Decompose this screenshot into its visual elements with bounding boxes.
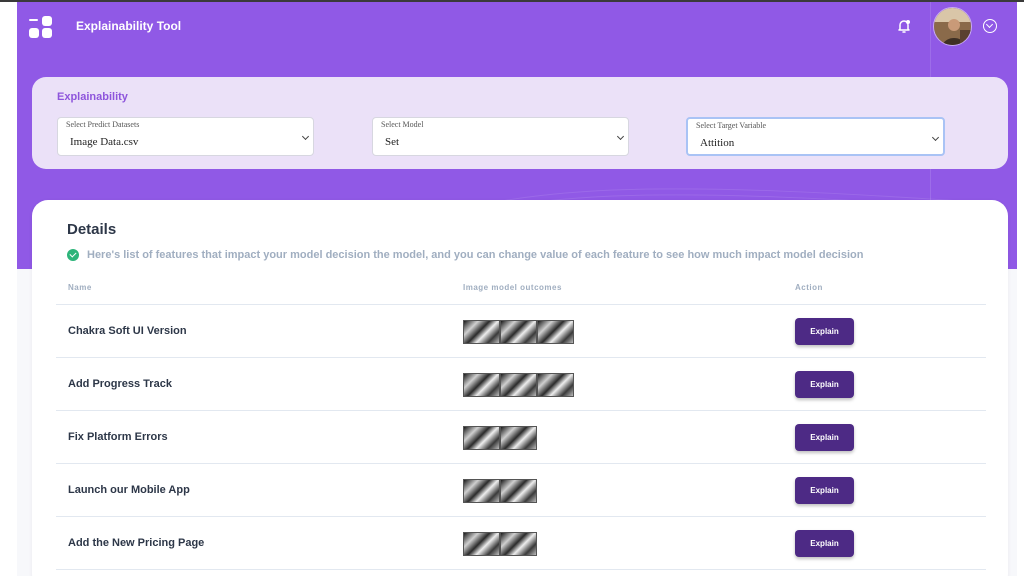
filter-card-title: Explainability [57,91,128,103]
row-name: Chakra Soft UI Version [68,325,187,337]
column-header-name: Name [68,283,92,292]
outcome-image[interactable] [500,320,537,344]
app-logo-icon[interactable] [29,16,53,38]
outcome-image[interactable] [463,532,500,556]
avatar[interactable] [933,7,972,46]
outcome-image[interactable] [500,479,537,503]
outcome-image[interactable] [463,426,500,450]
row-name: Launch our Mobile App [68,484,190,496]
dataset-select-value: Image Data.csv [70,136,139,148]
explain-button[interactable]: Explain [795,530,854,557]
target-variable-select[interactable]: Select Target Variable Attition [686,117,945,156]
outcome-image[interactable] [537,320,574,344]
outcome-image[interactable] [500,426,537,450]
dataset-select[interactable]: Select Predict Datasets Image Data.csv [57,117,314,156]
details-card: Details Here's list of features that imp… [32,200,1008,576]
image-outcomes [463,532,537,556]
check-circle-icon [67,249,79,261]
table-row: Add the New Pricing Page Explain [56,517,986,570]
left-gutter [0,2,17,576]
explain-button[interactable]: Explain [795,318,854,345]
chevron-down-icon [301,132,310,141]
column-header-action: Action [795,283,823,292]
column-header-outcomes: Image model outcomes [463,283,562,292]
outcome-image[interactable] [463,320,500,344]
explain-button[interactable]: Explain [795,371,854,398]
filter-card: Explainability Select Predict Datasets I… [32,77,1008,169]
outcome-image[interactable] [463,479,500,503]
table-row: Add Progress Track Explain [56,358,986,411]
dataset-select-label: Select Predict Datasets [66,120,140,129]
row-name: Add Progress Track [68,378,172,390]
details-title: Details [67,221,117,238]
model-select-value: Set [385,136,400,148]
table-row: Chakra Soft UI Version Explain [56,305,986,358]
image-outcomes [463,426,537,450]
outcome-image[interactable] [500,532,537,556]
explain-button[interactable]: Explain [795,477,854,504]
model-select[interactable]: Select Model Set [372,117,629,156]
image-outcomes [463,373,574,397]
outcome-image[interactable] [537,373,574,397]
target-select-label: Select Target Variable [696,121,767,130]
image-outcomes [463,320,574,344]
chevron-down-icon [616,132,625,141]
outcome-image[interactable] [500,373,537,397]
bell-icon[interactable] [895,17,913,35]
image-outcomes [463,479,537,503]
model-select-label: Select Model [381,120,424,129]
target-select-value: Attition [700,137,735,149]
row-name: Fix Platform Errors [68,431,168,443]
right-gutter [1017,2,1024,576]
explain-button[interactable]: Explain [795,424,854,451]
row-name: Add the New Pricing Page [68,537,205,549]
table-row: Fix Platform Errors Explain [56,411,986,464]
table-row: Launch our Mobile App Explain [56,464,986,517]
outcome-image[interactable] [463,373,500,397]
chevron-down-icon [931,133,940,142]
chevron-down-circle-icon[interactable] [983,19,997,33]
app-title: Explainability Tool [76,19,182,33]
details-info-text: Here's list of features that impact your… [87,249,864,261]
